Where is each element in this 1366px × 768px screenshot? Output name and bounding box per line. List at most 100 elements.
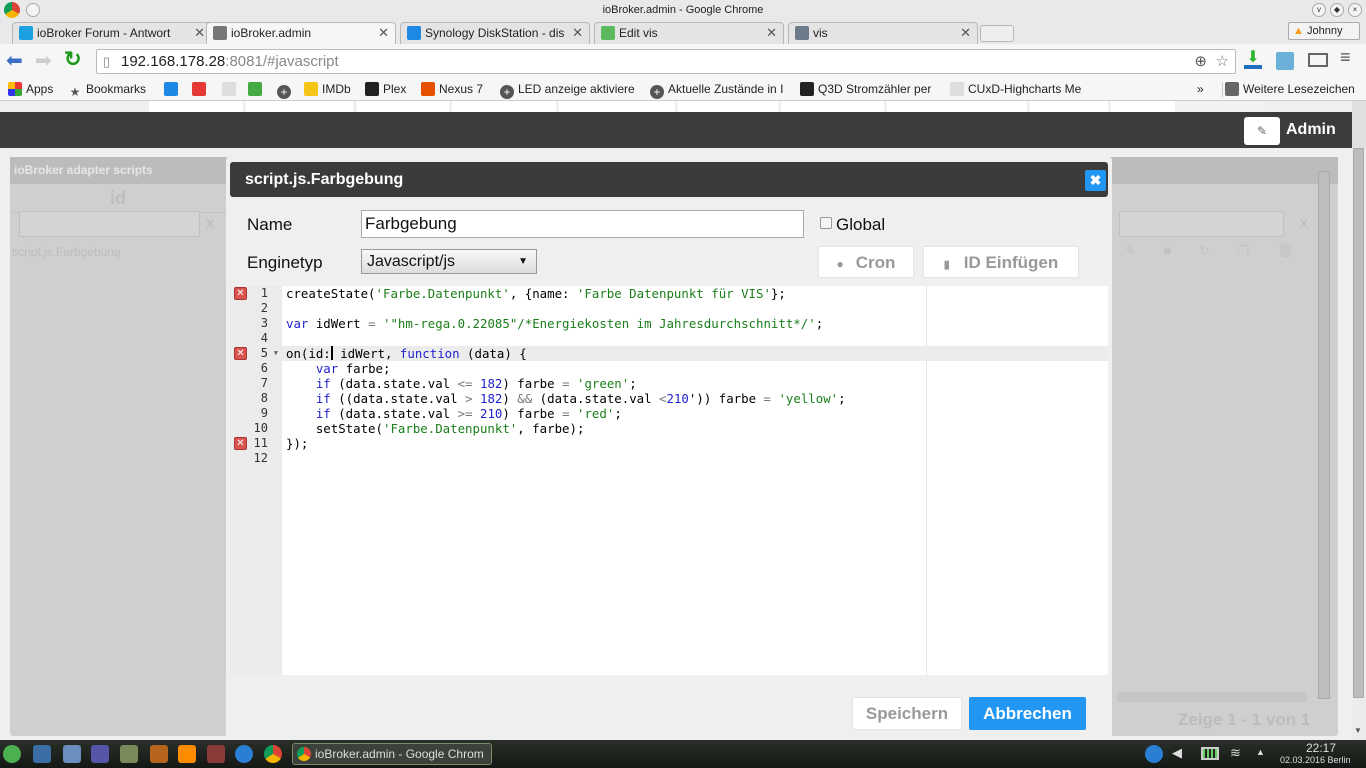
code-line[interactable]: }); [286,436,308,451]
close-tab-icon[interactable]: ✕ [572,23,583,43]
code-line[interactable]: if (data.state.val <= 182) farbe = 'gree… [286,376,637,391]
game-icon[interactable] [150,745,168,763]
address-bar[interactable]: ▯ 192.168.178.28:8081/#javascript ⊕ ☆ [96,49,1236,74]
back-button[interactable]: ⬅ [6,48,23,73]
reload-button[interactable]: ↻ [64,47,82,72]
bookmark-item[interactable] [248,82,266,97]
bookmark-item[interactable]: ★ Bookmarks [68,82,146,99]
filter-input[interactable] [1119,211,1284,237]
bookmark-item[interactable]: + LED anzeige aktiviere [500,82,635,99]
bookmark-item[interactable]: CUxD-Highcharts Me [950,82,1081,97]
app-icon[interactable] [120,745,138,763]
bookmark-item[interactable]: + [277,82,295,99]
error-marker-icon[interactable]: ✕ [234,437,247,450]
page-scrollbar[interactable]: ▲ ▼ [1352,148,1366,740]
stop-icon[interactable]: ■ [1164,243,1172,258]
filter-clear-button[interactable]: x [1300,215,1308,233]
bookmarks-overflow-button[interactable]: » [1197,82,1204,97]
code-line[interactable]: if (data.state.val >= 210) farbe = 'red'… [286,406,622,421]
bookmark-item[interactable]: IMDb [304,82,351,97]
taskbar-window-chrome[interactable]: ioBroker.admin - Google Chrom [292,743,492,765]
error-marker-icon[interactable]: ✕ [234,347,247,360]
error-marker-icon[interactable]: ✕ [234,287,247,300]
filter-clear-button[interactable]: x [206,215,214,233]
browser-tab[interactable]: Synology DiskStation - dis ✕ [400,22,590,44]
code-line[interactable]: on(id: idWert, function (data) { [286,346,527,361]
edit-button[interactable]: ✎ [1244,117,1280,145]
browser-tab[interactable]: vis ✕ [788,22,978,44]
bookmark-item[interactable]: + Aktuelle Zustände in I [650,82,783,99]
dialog-close-button[interactable]: ✖ [1085,170,1106,191]
column-header-id[interactable]: id [10,184,226,213]
code-editor[interactable]: 1 ✕ 2 3 4 5 ✕ ▼ 6 7 8 9 10 11 ✕ 12 createState('Farbe.D… [230,286,1108,675]
app-tab[interactable] [246,101,353,112]
fold-toggle-icon[interactable]: ▼ [274,346,278,361]
download-extension-icon[interactable]: ⬇ [1244,50,1262,69]
other-bookmarks[interactable]: Weitere Lesezeichen [1222,82,1355,97]
delete-icon[interactable]: 🗑 [1277,243,1294,258]
app-tab[interactable] [1030,101,1108,112]
chrome-icon[interactable] [264,745,282,763]
close-tab-icon[interactable]: ✕ [960,23,971,43]
battery-icon[interactable] [1201,747,1219,760]
code-line[interactable]: setState('Farbe.Datenpunkt', farbe); [286,421,585,436]
save-button[interactable]: Speichern [852,697,962,730]
code-line[interactable]: createState('Farbe.Datenpunkt', {name: '… [286,286,786,301]
horizontal-scrollbar[interactable] [1117,692,1307,702]
close-tab-icon[interactable]: ✕ [194,23,205,43]
refresh-icon[interactable]: ↻ [1199,243,1210,258]
vlc-icon[interactable] [178,745,196,763]
extension-icon[interactable] [1276,52,1294,70]
thunderbird-icon[interactable] [235,745,253,763]
menu-icon[interactable]: ≡ [1340,47,1351,68]
app-tab[interactable] [887,101,1027,112]
scrollbar-thumb[interactable] [1353,148,1364,698]
tray-expand-icon[interactable]: ▲ [1256,747,1265,757]
app-icon[interactable] [91,745,109,763]
profile-button[interactable]: ▲ Johnny [1288,22,1360,40]
bookmark-item[interactable]: Apps [8,82,53,97]
app-tab[interactable] [781,101,884,112]
code-line[interactable]: var idWert = '"hm-rega.0.22085"/*Energie… [286,316,823,331]
app-tab[interactable] [1178,101,1262,112]
wifi-icon[interactable]: ≋ [1230,745,1241,761]
cron-button[interactable]: ● Cron [818,246,914,278]
bookmark-item[interactable]: Q3D Stromzähler per [800,82,931,97]
maximize-button[interactable]: ◆ [1330,3,1344,17]
window-menu-button[interactable] [26,3,40,17]
edit-icon[interactable]: ✎ [1125,243,1136,258]
bookmark-item[interactable] [222,82,240,97]
app-tab[interactable] [1111,101,1175,112]
close-tab-icon[interactable]: ✕ [766,23,777,43]
close-tab-icon[interactable]: ✕ [378,23,389,43]
cancel-button[interactable]: Abbrechen [969,697,1086,730]
new-tab-button[interactable] [980,25,1014,42]
app-tab[interactable] [559,101,675,112]
global-checkbox[interactable] [820,217,832,229]
close-window-button[interactable]: × [1348,3,1362,17]
app-tab[interactable] [149,101,243,112]
app-tab[interactable] [678,101,778,112]
id-insert-button[interactable]: ▮ ID Einfügen [923,246,1079,278]
code-line[interactable]: var farbe; [286,361,391,376]
name-input[interactable] [361,210,804,238]
browser-tab[interactable]: ioBroker.admin ✕ [206,22,396,44]
id-filter-input[interactable] [19,211,200,237]
bookmark-item[interactable]: Nexus 7 [421,82,483,97]
media-icon[interactable] [207,745,225,763]
browser-tab[interactable]: Edit vis ✕ [594,22,784,44]
bookmark-item[interactable] [164,82,182,97]
browser-tab[interactable]: ioBroker Forum - Antwort ✕ [12,22,212,44]
vertical-scrollbar[interactable] [1318,171,1330,699]
code-line[interactable]: if ((data.state.val > 182) && (data.stat… [286,391,846,406]
start-menu-icon[interactable] [3,745,21,763]
forward-button[interactable]: ➡ [35,48,52,73]
engine-select[interactable]: Javascript/js ▼ [361,249,537,274]
file-manager-icon[interactable] [63,745,81,763]
bookmark-item[interactable] [192,82,210,97]
script-row[interactable]: script.js.Farbgebung [12,245,121,259]
minimize-button[interactable]: v [1312,3,1326,17]
cast-icon[interactable] [1308,53,1328,67]
app-tab[interactable] [357,101,449,112]
bookmark-star-icon[interactable]: ☆ [1216,50,1229,73]
